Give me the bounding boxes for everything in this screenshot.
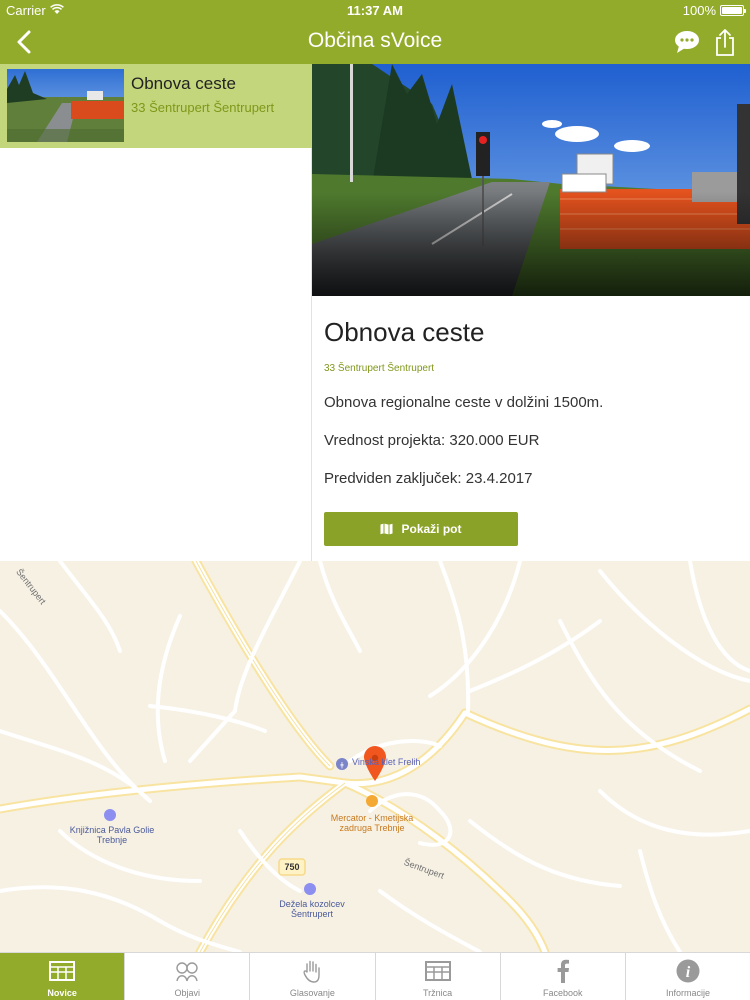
raised-hand-icon: [303, 960, 321, 983]
battery-percent: 100%: [682, 3, 716, 18]
detail-address: 33 Šentrupert Šentrupert: [324, 363, 435, 374]
battery-group: 100%: [682, 3, 746, 18]
app-root: Carrier 11:37 AM 100% Občina sVoice Obno…: [0, 0, 750, 1000]
map-label-dezela-kozolcev: Dežela kozolcev Šentrupert: [279, 899, 345, 919]
detail-completion-date: Predviden zaključek: 23.4.2017: [324, 470, 533, 487]
comments-button[interactable]: [672, 28, 702, 56]
project-photo: [312, 64, 750, 296]
facebook-icon: [557, 959, 569, 983]
tab-label: Objavi: [174, 988, 201, 998]
show-route-button[interactable]: Pokaži pot: [324, 512, 518, 546]
tab-objavi[interactable]: Objavi: [124, 953, 249, 1000]
tab-informacije[interactable]: i Informacije: [624, 953, 750, 1000]
tab-glasovanje[interactable]: Glasovanje: [249, 953, 374, 1000]
detail-pane: Obnova ceste 33 Šentrupert Šentrupert Ob…: [312, 64, 750, 561]
battery-fill: [722, 7, 742, 14]
map-label-mercator: Mercator - Kmetijska zadruga Trebnje: [330, 813, 414, 833]
list-item-title: Obnova ceste: [131, 74, 236, 93]
share-icon: [716, 29, 734, 56]
detail-project-value: Vrednost projekta: 320.000 EUR: [324, 432, 540, 449]
map-icon: [380, 523, 393, 535]
map-view[interactable]: ǂ Šentrupert Šentrupert Knjižnica Pavla …: [0, 561, 750, 952]
tab-novice[interactable]: Novice: [0, 953, 125, 1000]
list-item[interactable]: Obnova ceste 33 Šentrupert Šentrupert: [0, 64, 312, 148]
tab-label: Tržnica: [423, 988, 453, 998]
map-pin-icon[interactable]: [364, 747, 386, 783]
tab-facebook[interactable]: Facebook: [499, 953, 625, 1000]
nav-title: Občina sVoice: [307, 29, 443, 52]
detail-description: Obnova regionalne ceste v dolžini 1500m.: [324, 394, 604, 411]
map-label-wine-cellar: Vinska klet Frelih: [352, 757, 421, 767]
thumbnail-image: [7, 69, 124, 142]
info-icon: i: [676, 959, 700, 983]
navigation-bar: Občina sVoice: [0, 20, 750, 64]
detail-title: Obnova ceste: [324, 317, 485, 347]
tab-trznica[interactable]: Tržnica: [374, 953, 500, 1000]
share-button[interactable]: [712, 26, 738, 58]
map-label-library: Knjižnica Pavla Golie Trebnje: [69, 825, 155, 845]
status-bar: Carrier 11:37 AM 100%: [0, 0, 750, 20]
tab-label: Facebook: [543, 988, 583, 998]
tab-label: Informacije: [665, 988, 710, 998]
list-item-address: 33 Šentrupert Šentrupert: [131, 100, 275, 115]
map-road-number-badge: 750: [284, 862, 300, 872]
battery-icon: [720, 5, 746, 16]
market-grid-icon: [424, 961, 451, 981]
show-route-label: Pokaži pot: [401, 522, 462, 536]
clock: 11:37 AM: [347, 3, 403, 18]
tab-label: Glasovanje: [289, 988, 335, 998]
speech-bubble-icon: [675, 31, 699, 53]
tab-bar: Novice Objavi Glasovanje Tržnica Faceboo…: [0, 952, 750, 1000]
project-list: Obnova ceste 33 Šentrupert Šentrupert: [0, 64, 312, 561]
report-icon: [176, 962, 198, 982]
news-grid-icon: [49, 961, 76, 981]
svg-text:i: i: [686, 964, 691, 981]
tab-label: Novice: [47, 988, 77, 998]
